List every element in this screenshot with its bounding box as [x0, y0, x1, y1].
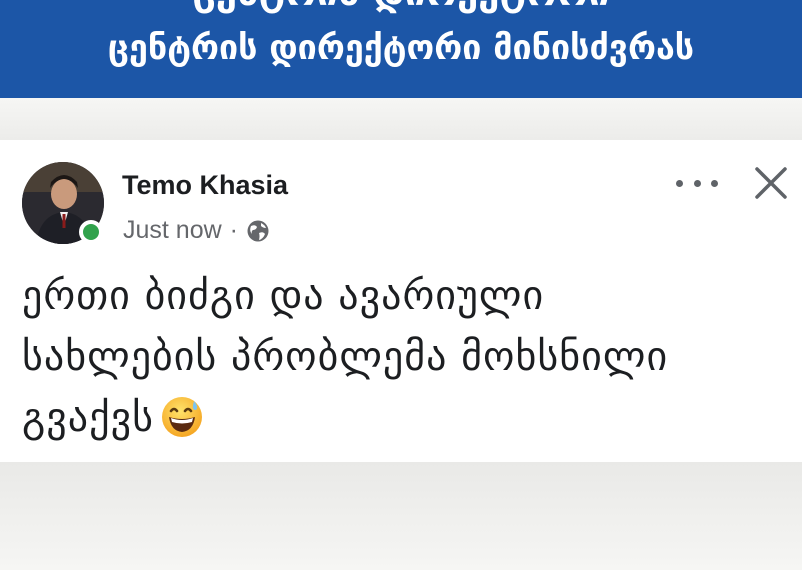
post-text-line: სახლების პრობლემა მოხსნილი	[22, 334, 669, 380]
post-meta: Just now ·	[123, 216, 270, 245]
banner-title: ცენტრის დირექტორი მინისძვრას	[107, 28, 695, 68]
grinning-face-with-sweat-icon	[160, 395, 204, 439]
background-strip	[0, 98, 802, 140]
post-text-line: გვაქვს	[22, 388, 792, 449]
post-text-line: ერთი ბიძგი და ავარიული	[22, 273, 545, 319]
more-options-icon[interactable]	[676, 168, 718, 198]
background-strip	[0, 462, 802, 570]
post-text: ერთი ბიძგი და ავარიული სახლების პრობლემა…	[22, 266, 792, 449]
author-name[interactable]: Temo Khasia	[122, 170, 288, 201]
post-timestamp[interactable]: Just now	[123, 216, 222, 245]
banner-title-cropped: ცენტრის დირექტორი	[0, 0, 802, 14]
facebook-post-card: Temo Khasia Just now · ერთი ბიძგი და ავა…	[0, 140, 802, 462]
online-status-indicator	[79, 220, 103, 244]
close-icon[interactable]	[752, 164, 790, 202]
meta-separator: ·	[229, 216, 238, 244]
globe-icon[interactable]	[246, 219, 270, 243]
headline-banner: ცენტრის დირექტორი ცენტრის დირექტორი მინი…	[0, 0, 802, 98]
